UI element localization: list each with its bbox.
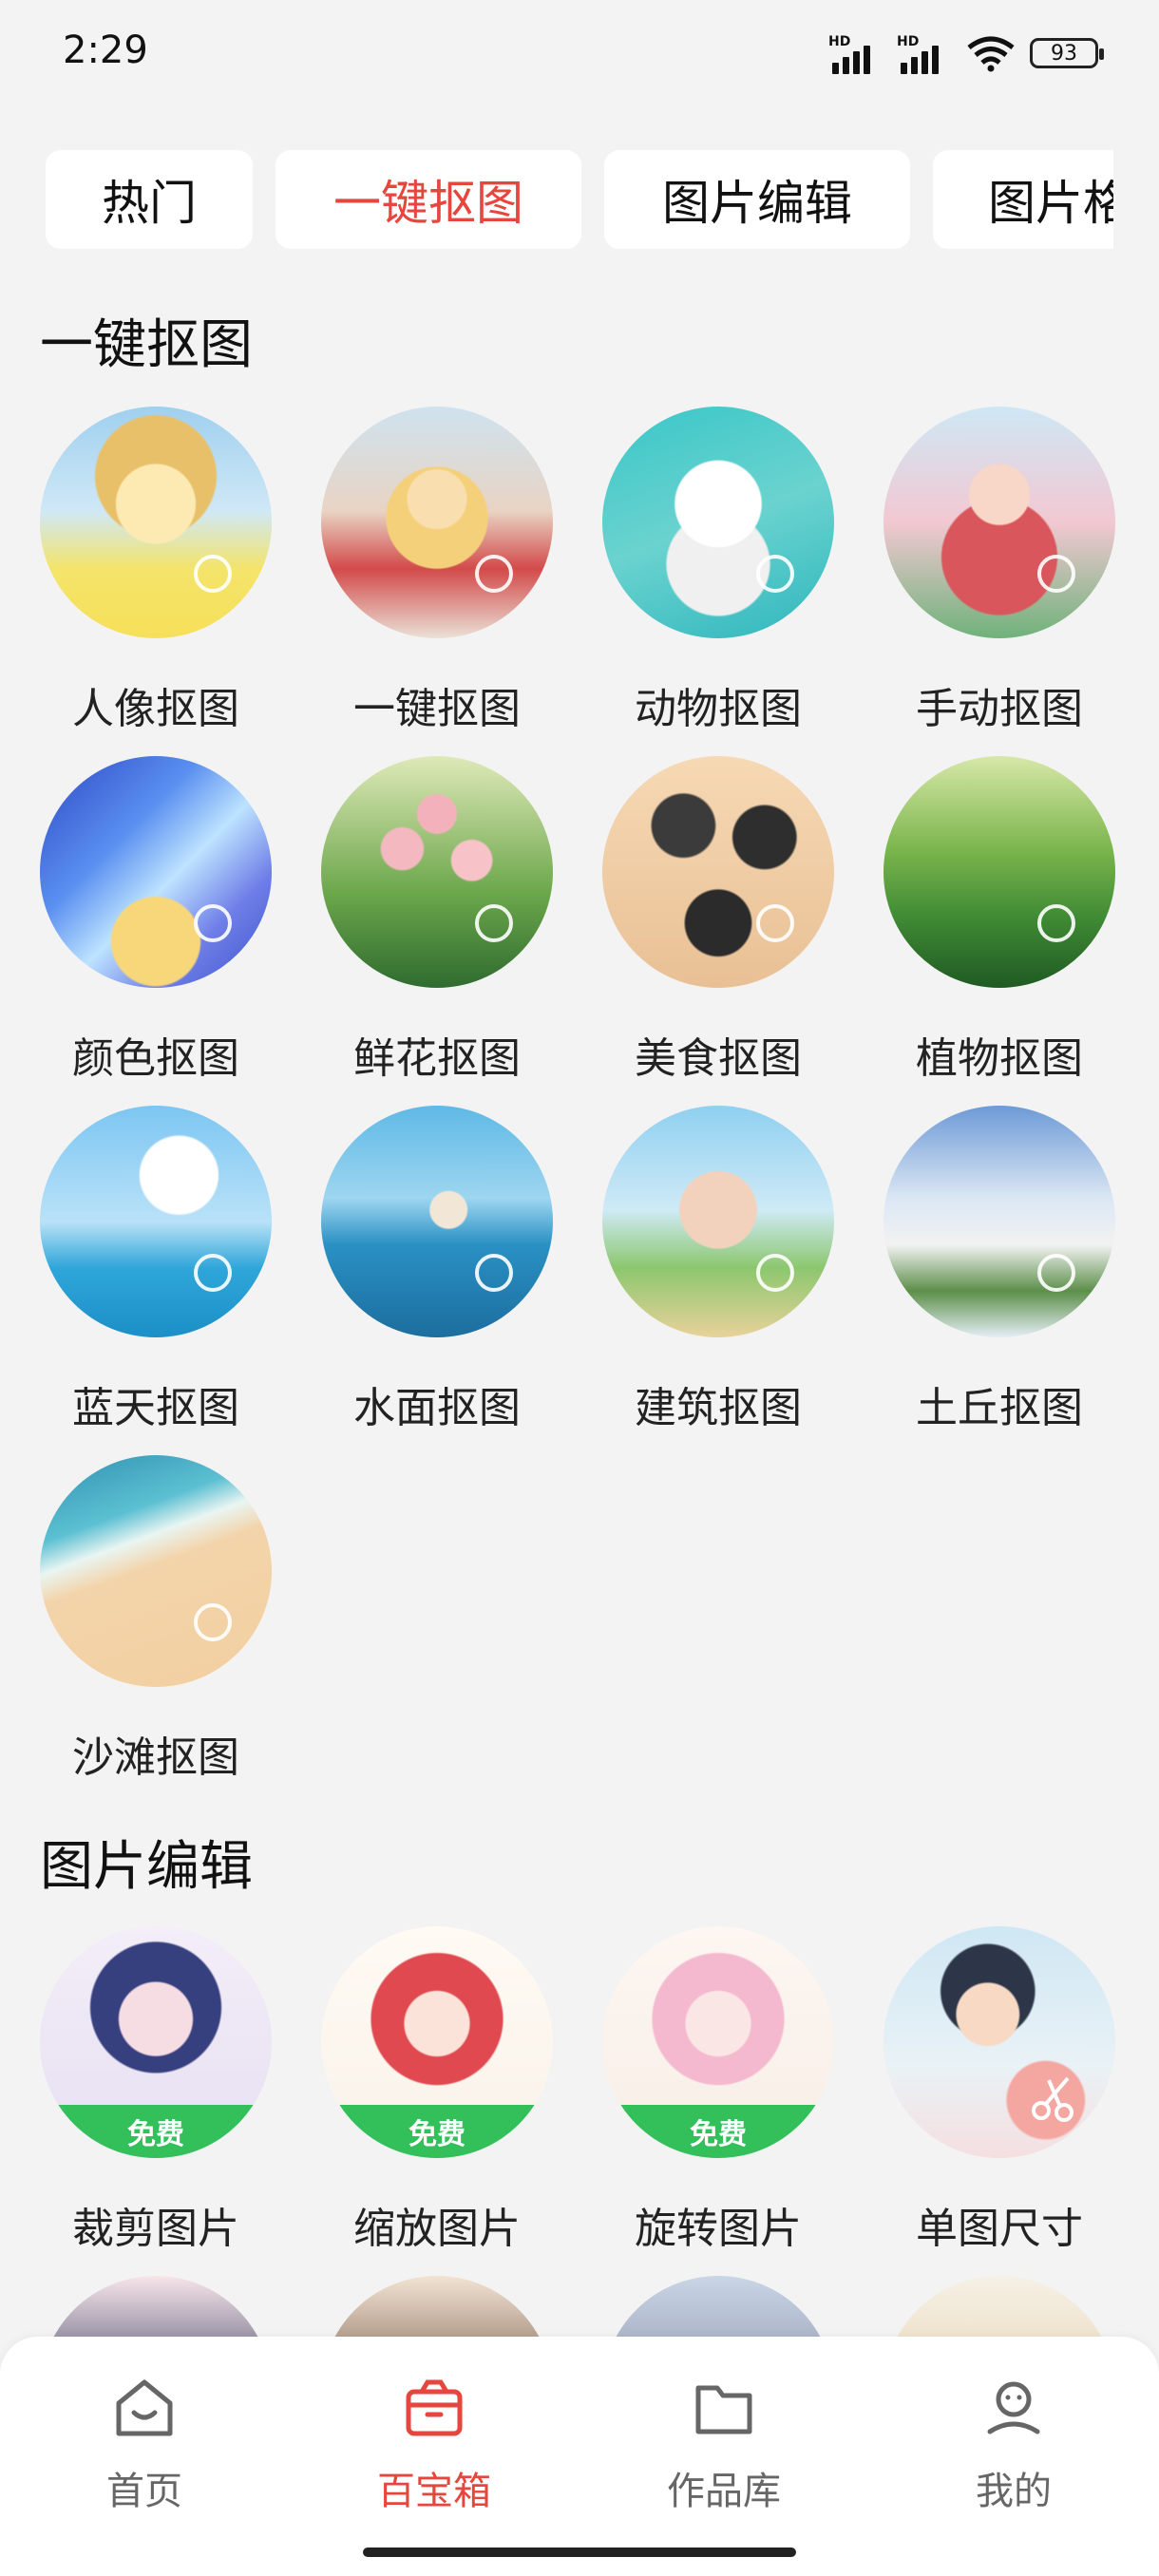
free-badge: 免费 [602,2105,834,2158]
item-label: 旋转图片 [635,2205,802,2253]
item-label: 一键抠图 [353,685,521,733]
cutout-circle-icon [194,1254,232,1292]
cutout-circle-icon [1037,1254,1075,1292]
cutout-circle-icon [475,1254,513,1292]
tab-cutout[interactable]: 一键抠图 [276,150,581,249]
grid-item-sky-cutout[interactable]: 蓝天抠图 [15,1106,296,1434]
folder-icon [695,2385,752,2434]
free-badge: 免费 [40,2105,272,2158]
grid-item-food-cutout[interactable]: 美食抠图 [578,756,859,1085]
nav-home[interactable]: 首页 [49,2375,239,2515]
item-label: 单图尺寸 [916,2205,1083,2253]
cutout-circle-icon [194,904,232,942]
item-label: 人像抠图 [72,685,239,733]
item-label: 水面抠图 [353,1384,521,1432]
grid-item-beach-cutout[interactable]: 沙滩抠图 [15,1455,296,1784]
flower-thumbnail [321,756,553,988]
nav-profile[interactable]: 我的 [919,2375,1109,2515]
battery-level: 93 [1051,41,1077,66]
building-thumbnail [602,1106,834,1337]
nav-label: 作品库 [667,2470,781,2513]
item-label: 沙滩抠图 [72,1733,239,1782]
item-label: 动物抠图 [635,685,802,733]
cutout-circle-icon [194,1603,232,1641]
section-title-cutout: 一键抠图 [40,314,253,376]
item-label: 缩放图片 [353,2205,521,2253]
grid-item-flower-cutout[interactable]: 鲜花抠图 [296,756,578,1085]
cutout-circle-icon [1037,904,1075,942]
grid-item-image-size[interactable]: 单图尺寸 [859,1926,1140,2255]
portrait-thumbnail [40,407,272,638]
tab-image-format[interactable]: 图片格 [933,150,1113,249]
cutout-circle-icon [756,904,794,942]
item-label: 植物抠图 [916,1034,1083,1083]
grid-item-water-cutout[interactable]: 水面抠图 [296,1106,578,1434]
tab-image-edit[interactable]: 图片编辑 [604,150,910,249]
tab-hot[interactable]: 热门 [46,150,253,249]
sky-thumbnail [40,1106,272,1337]
hill-thumbnail [884,1106,1115,1337]
one-click-thumbnail [321,407,553,638]
home-indicator [363,2548,796,2557]
grid-item-resize-image[interactable]: 免费 缩放图片 [296,1926,578,2255]
signal-icon: HD [828,32,884,74]
animal-thumbnail [602,407,834,638]
item-label: 手动抠图 [916,685,1083,733]
grid-item-portrait-cutout[interactable]: 人像抠图 [15,407,296,735]
resize-thumbnail: 免费 [321,1926,553,2158]
item-label: 颜色抠图 [72,1034,239,1083]
wifi-icon [967,36,1015,72]
item-label: 土丘抠图 [916,1384,1083,1432]
crop-thumbnail: 免费 [40,1926,272,2158]
battery-icon: 93 [1030,38,1104,68]
beach-thumbnail [40,1455,272,1687]
item-label: 蓝天抠图 [72,1384,239,1432]
cutout-circle-icon [475,555,513,593]
grid-item-manual-cutout[interactable]: 手动抠图 [859,407,1140,735]
scissors-icon [1032,2076,1074,2122]
grid-item-one-click-cutout[interactable]: 一键抠图 [296,407,578,735]
home-icon [116,2379,173,2436]
item-label: 裁剪图片 [72,2205,239,2253]
profile-icon [987,2381,1040,2434]
cutout-circle-icon [194,555,232,593]
food-thumbnail [602,756,834,988]
size-thumbnail [884,1926,1115,2158]
rotate-thumbnail: 免费 [602,1926,834,2158]
status-bar: 2:29 HD HD 93 [0,0,1159,114]
cutout-circle-icon [756,1254,794,1292]
water-thumbnail [321,1106,553,1337]
item-label: 美食抠图 [635,1034,802,1083]
nav-label: 我的 [976,2470,1052,2513]
plant-thumbnail [884,756,1115,988]
grid-item-animal-cutout[interactable]: 动物抠图 [578,407,859,735]
item-label: 建筑抠图 [635,1384,802,1432]
status-icons: HD HD 93 [828,32,1104,74]
bottom-nav: 首页 百宝箱 作品库 我的 [0,2337,1159,2576]
status-time: 2:29 [63,28,148,72]
grid-item-hill-cutout[interactable]: 土丘抠图 [859,1106,1140,1434]
cutout-circle-icon [756,555,794,593]
color-thumbnail [40,756,272,988]
nav-label: 首页 [106,2470,182,2513]
nav-toolbox[interactable]: 百宝箱 [339,2375,529,2515]
toolbox-icon [406,2379,463,2436]
free-badge: 免费 [321,2105,553,2158]
nav-gallery[interactable]: 作品库 [629,2375,819,2515]
nav-label: 百宝箱 [377,2470,491,2513]
cutout-circle-icon [475,904,513,942]
category-tabs: 热门 一键抠图 图片编辑 图片格 [46,150,1113,251]
grid-item-color-cutout[interactable]: 颜色抠图 [15,756,296,1085]
manual-thumbnail [884,407,1115,638]
grid-item-plant-cutout[interactable]: 植物抠图 [859,756,1140,1085]
grid-item-rotate-image[interactable]: 免费 旋转图片 [578,1926,859,2255]
grid-item-crop-image[interactable]: 免费 裁剪图片 [15,1926,296,2255]
grid-item-building-cutout[interactable]: 建筑抠图 [578,1106,859,1434]
section-title-edit: 图片编辑 [40,1836,253,1898]
signal-icon-2: HD [897,32,952,74]
item-label: 鲜花抠图 [353,1034,521,1083]
cutout-circle-icon [1037,555,1075,593]
